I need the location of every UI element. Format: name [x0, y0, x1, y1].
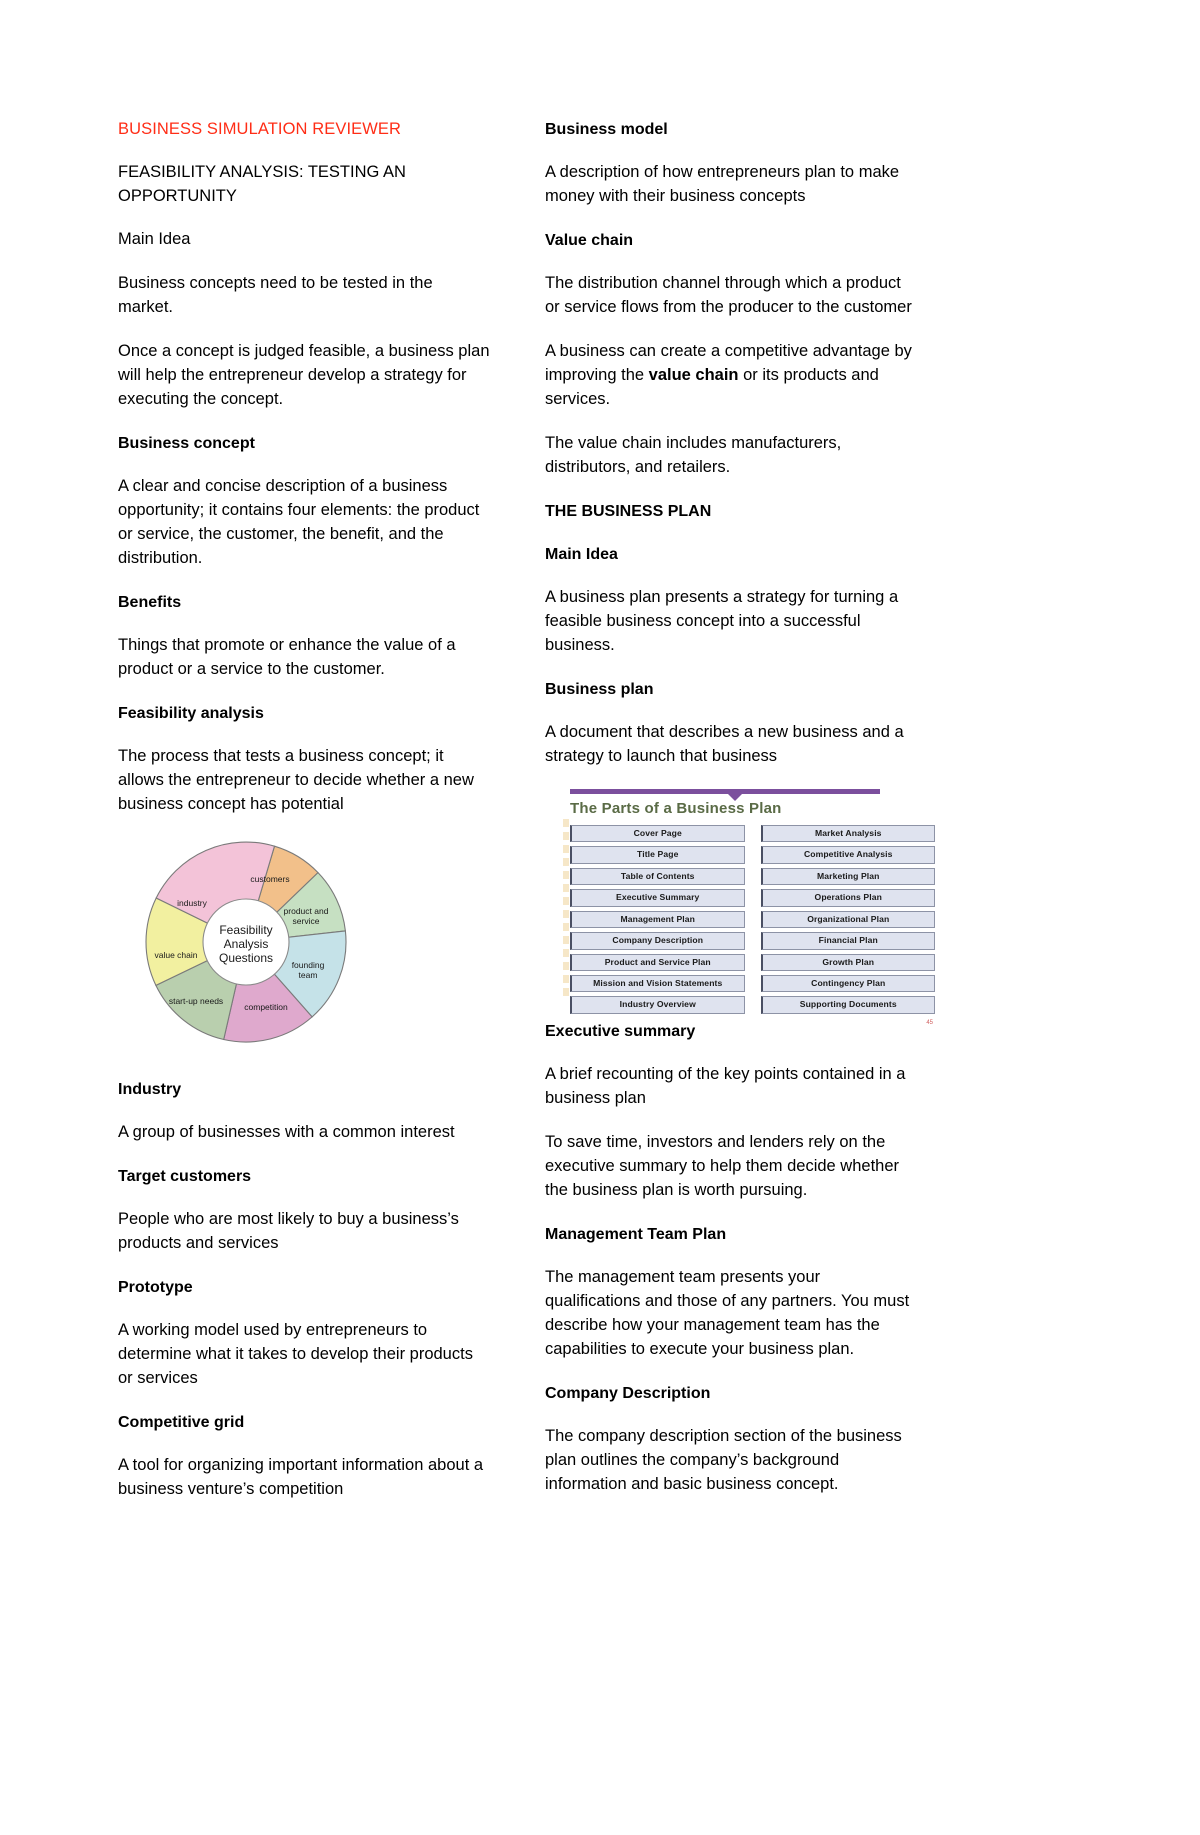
value-chain-members-paragraph: The value chain includes manufacturers, … [545, 433, 842, 476]
definition-feasibility-analysis: The process that tests a business concep… [118, 746, 474, 813]
pie-chart-svg: Feasibility Analysis Questions customers… [145, 841, 347, 1043]
pie-label-product-and-service-line1: product and [284, 906, 329, 916]
two-column-layout: BUSINESS SIMULATION REVIEWER FEASIBILITY… [118, 118, 935, 1522]
plan-item: Marketing Plan [760, 867, 935, 886]
left-main-idea-paragraph-1: Business concepts need to be tested in t… [118, 274, 433, 317]
term-management-team-plan: Management Team Plan [545, 1225, 727, 1243]
term-value-chain: Value chain [545, 232, 634, 250]
pie-center-label-line-3: Questions [219, 951, 273, 965]
plan-item: Executive Summary [570, 889, 745, 907]
plan-item: Organizational Plan [760, 910, 935, 929]
plan-figure-accent-bar [570, 788, 880, 801]
plan-item: Table of Contents [570, 867, 745, 886]
term-business-plan: Business plan [545, 680, 654, 698]
plan-item: Market Analysis [760, 824, 935, 843]
plan-item: Financial Plan [760, 932, 935, 950]
term-competitive-grid: Competitive grid [118, 1413, 245, 1431]
plan-item: Growth Plan [760, 953, 935, 972]
plan-item: Mission and Vision Statements [570, 975, 745, 993]
pie-label-industry: industry [177, 898, 208, 908]
section-heading-the-business-plan: THE BUSINESS PLAN [545, 502, 712, 520]
plan-figure-left-column: Cover Page Title Page Table of Contents … [570, 824, 745, 1014]
left-main-idea-heading: Main Idea [118, 230, 191, 249]
pie-label-product-and-service-line2: service [293, 916, 320, 926]
plan-figure-title: The Parts of a Business Plan [570, 799, 782, 817]
term-business-concept: Business concept [118, 434, 255, 452]
term-prototype: Prototype [118, 1278, 193, 1296]
definition-business-model: A description of how entrepreneurs plan … [545, 163, 900, 206]
plan-figure-columns: Cover Page Title Page Table of Contents … [563, 824, 935, 1014]
term-company-description: Company Description [545, 1384, 711, 1402]
term-benefits: Benefits [118, 593, 182, 611]
pie-label-founding-team-line2: team [299, 970, 318, 980]
plan-figure-side-stripe [563, 818, 569, 999]
definition-benefits: Things that promote or enhance the value… [118, 635, 456, 678]
document-subtitle: FEASIBILITY ANALYSIS: TESTING AN OPPORTU… [118, 163, 406, 205]
definition-business-plan: A document that describes a new business… [545, 723, 904, 765]
document-page: BUSINESS SIMULATION REVIEWER FEASIBILITY… [0, 0, 1200, 1835]
definition-company-description: The company description section of the b… [545, 1426, 902, 1493]
plan-figure-page-number: 45 [926, 1019, 933, 1026]
plan-figure-body: The Parts of a Business Plan Cover Page … [563, 788, 935, 1026]
plan-item: Supporting Documents [760, 996, 935, 1014]
definition-executive-summary: A brief recounting of the key points con… [545, 1065, 906, 1108]
pie-center-label-line-1: Feasibility [219, 923, 272, 937]
feasibility-analysis-wheel-chart: Feasibility Analysis Questions customers… [136, 837, 356, 1052]
term-target-customers: Target customers [118, 1167, 252, 1185]
left-column: BUSINESS SIMULATION REVIEWER FEASIBILITY… [118, 118, 490, 1522]
definition-industry: A group of businesses with a common inte… [118, 1122, 455, 1141]
left-main-idea-paragraph-2: Once a concept is judged feasible, a bus… [118, 342, 490, 408]
right-main-idea-paragraph: A business plan presents a strategy for … [545, 588, 899, 654]
definition-target-customers: People who are most likely to buy a busi… [118, 1209, 459, 1252]
value-chain-bold-phrase: value chain [648, 365, 739, 384]
pie-label-start-up-needs: start-up needs [169, 996, 223, 1006]
definition-value-chain: The distribution channel through which a… [545, 274, 912, 317]
definition-prototype: A working model used by entrepreneurs to… [118, 1320, 473, 1387]
pie-label-value-chain: value chain [154, 950, 197, 960]
plan-figure-right-column: Market Analysis Competitive Analysis Mar… [760, 824, 935, 1014]
definition-management-team-plan: The management team presents your qualif… [545, 1267, 910, 1358]
right-column: Business model A description of how entr… [545, 118, 935, 1522]
plan-item: Product and Service Plan [570, 953, 745, 972]
plan-item: Industry Overview [570, 996, 745, 1014]
term-industry: Industry [118, 1080, 182, 1098]
plan-item: Contingency Plan [760, 975, 935, 993]
plan-item: Operations Plan [760, 889, 935, 907]
term-executive-summary: Executive summary [545, 1022, 696, 1040]
pie-label-competition: competition [244, 1002, 288, 1012]
right-main-idea-heading: Main Idea [545, 545, 618, 563]
plan-item: Competitive Analysis [760, 846, 935, 864]
term-business-model: Business model [545, 121, 668, 138]
plan-item: Company Description [570, 932, 745, 950]
parts-of-business-plan-figure: The Parts of a Business Plan Cover Page … [563, 788, 935, 1026]
value-chain-advantage-paragraph: A business can create a competitive adva… [545, 340, 917, 412]
pie-center-label-line-2: Analysis [224, 937, 269, 951]
executive-summary-extra-paragraph: To save time, investors and lenders rely… [545, 1132, 900, 1199]
plan-item: Cover Page [570, 824, 745, 843]
term-feasibility-analysis: Feasibility analysis [118, 704, 264, 722]
definition-business-concept: A clear and concise description of a bus… [118, 476, 480, 567]
pie-label-founding-team-line1: founding [292, 960, 325, 970]
definition-competitive-grid: A tool for organizing important informat… [118, 1455, 484, 1498]
plan-item: Management Plan [570, 910, 745, 929]
plan-item: Title Page [570, 846, 745, 864]
page-title: BUSINESS SIMULATION REVIEWER [118, 120, 402, 138]
pie-label-customers: customers [250, 874, 289, 884]
